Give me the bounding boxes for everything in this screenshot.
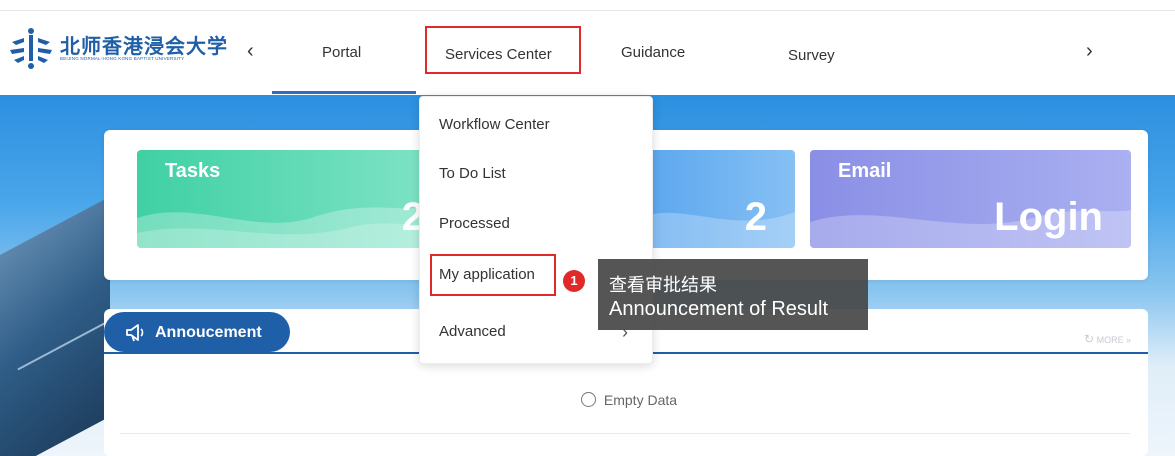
- megaphone-icon: [126, 324, 144, 342]
- processed-card[interactable]: 2: [640, 150, 795, 248]
- list-divider: [120, 433, 1130, 434]
- email-card-value: Login: [994, 195, 1103, 239]
- nav-scroll-left-icon[interactable]: ‹: [247, 40, 254, 63]
- more-link[interactable]: ↻ MORE »: [1084, 332, 1131, 346]
- logo-english-name: BEIJING NORMAL-HONG KONG BAPTIST UNIVERS…: [60, 56, 185, 61]
- announcement-title: Annoucement: [155, 324, 262, 341]
- nav-scroll-right-icon[interactable]: ›: [1086, 40, 1093, 63]
- tooltip-chinese-text: 查看审批结果: [609, 275, 717, 295]
- tooltip-english-text: Announcement of Result: [609, 298, 829, 320]
- empty-state-text: Empty Data: [603, 392, 678, 408]
- menu-item-workflow-center[interactable]: Workflow Center: [439, 116, 550, 133]
- logo-emblem-icon: [10, 28, 52, 69]
- double-chevron-icon: »: [1126, 335, 1132, 345]
- card-wave-decoration: [137, 206, 432, 248]
- building-image: [0, 196, 110, 456]
- processed-card-value: 2: [744, 195, 767, 239]
- nav-item-portal[interactable]: Portal: [322, 44, 361, 61]
- more-label: MORE: [1096, 335, 1124, 345]
- menu-item-advanced[interactable]: Advanced: [439, 323, 506, 340]
- tasks-card-title: Tasks: [165, 160, 221, 182]
- card-wave-decoration: [640, 212, 795, 248]
- empty-face-icon: [581, 392, 596, 407]
- university-logo[interactable]: 北师香港浸会大学 BEIJING NORMAL-HONG KONG BAPTIS…: [8, 26, 228, 70]
- logo-chinese-name: 北师香港浸会大学: [60, 36, 228, 58]
- empty-state: Empty Data: [581, 392, 677, 408]
- nav-item-survey[interactable]: Survey: [788, 47, 835, 64]
- my-application-highlight-box: [430, 254, 556, 296]
- refresh-icon: ↻: [1084, 332, 1095, 346]
- email-card[interactable]: Email Login: [810, 150, 1131, 248]
- nav-item-guidance[interactable]: Guidance: [621, 44, 685, 61]
- step-badge: 1: [563, 270, 585, 292]
- email-card-title: Email: [838, 160, 892, 182]
- menu-item-to-do-list[interactable]: To Do List: [439, 165, 506, 182]
- menu-item-processed[interactable]: Processed: [439, 215, 510, 232]
- tasks-card[interactable]: Tasks 2: [137, 150, 432, 248]
- active-tab-indicator: [272, 91, 416, 94]
- services-center-highlight-box: [425, 26, 581, 74]
- top-border: [0, 0, 1175, 11]
